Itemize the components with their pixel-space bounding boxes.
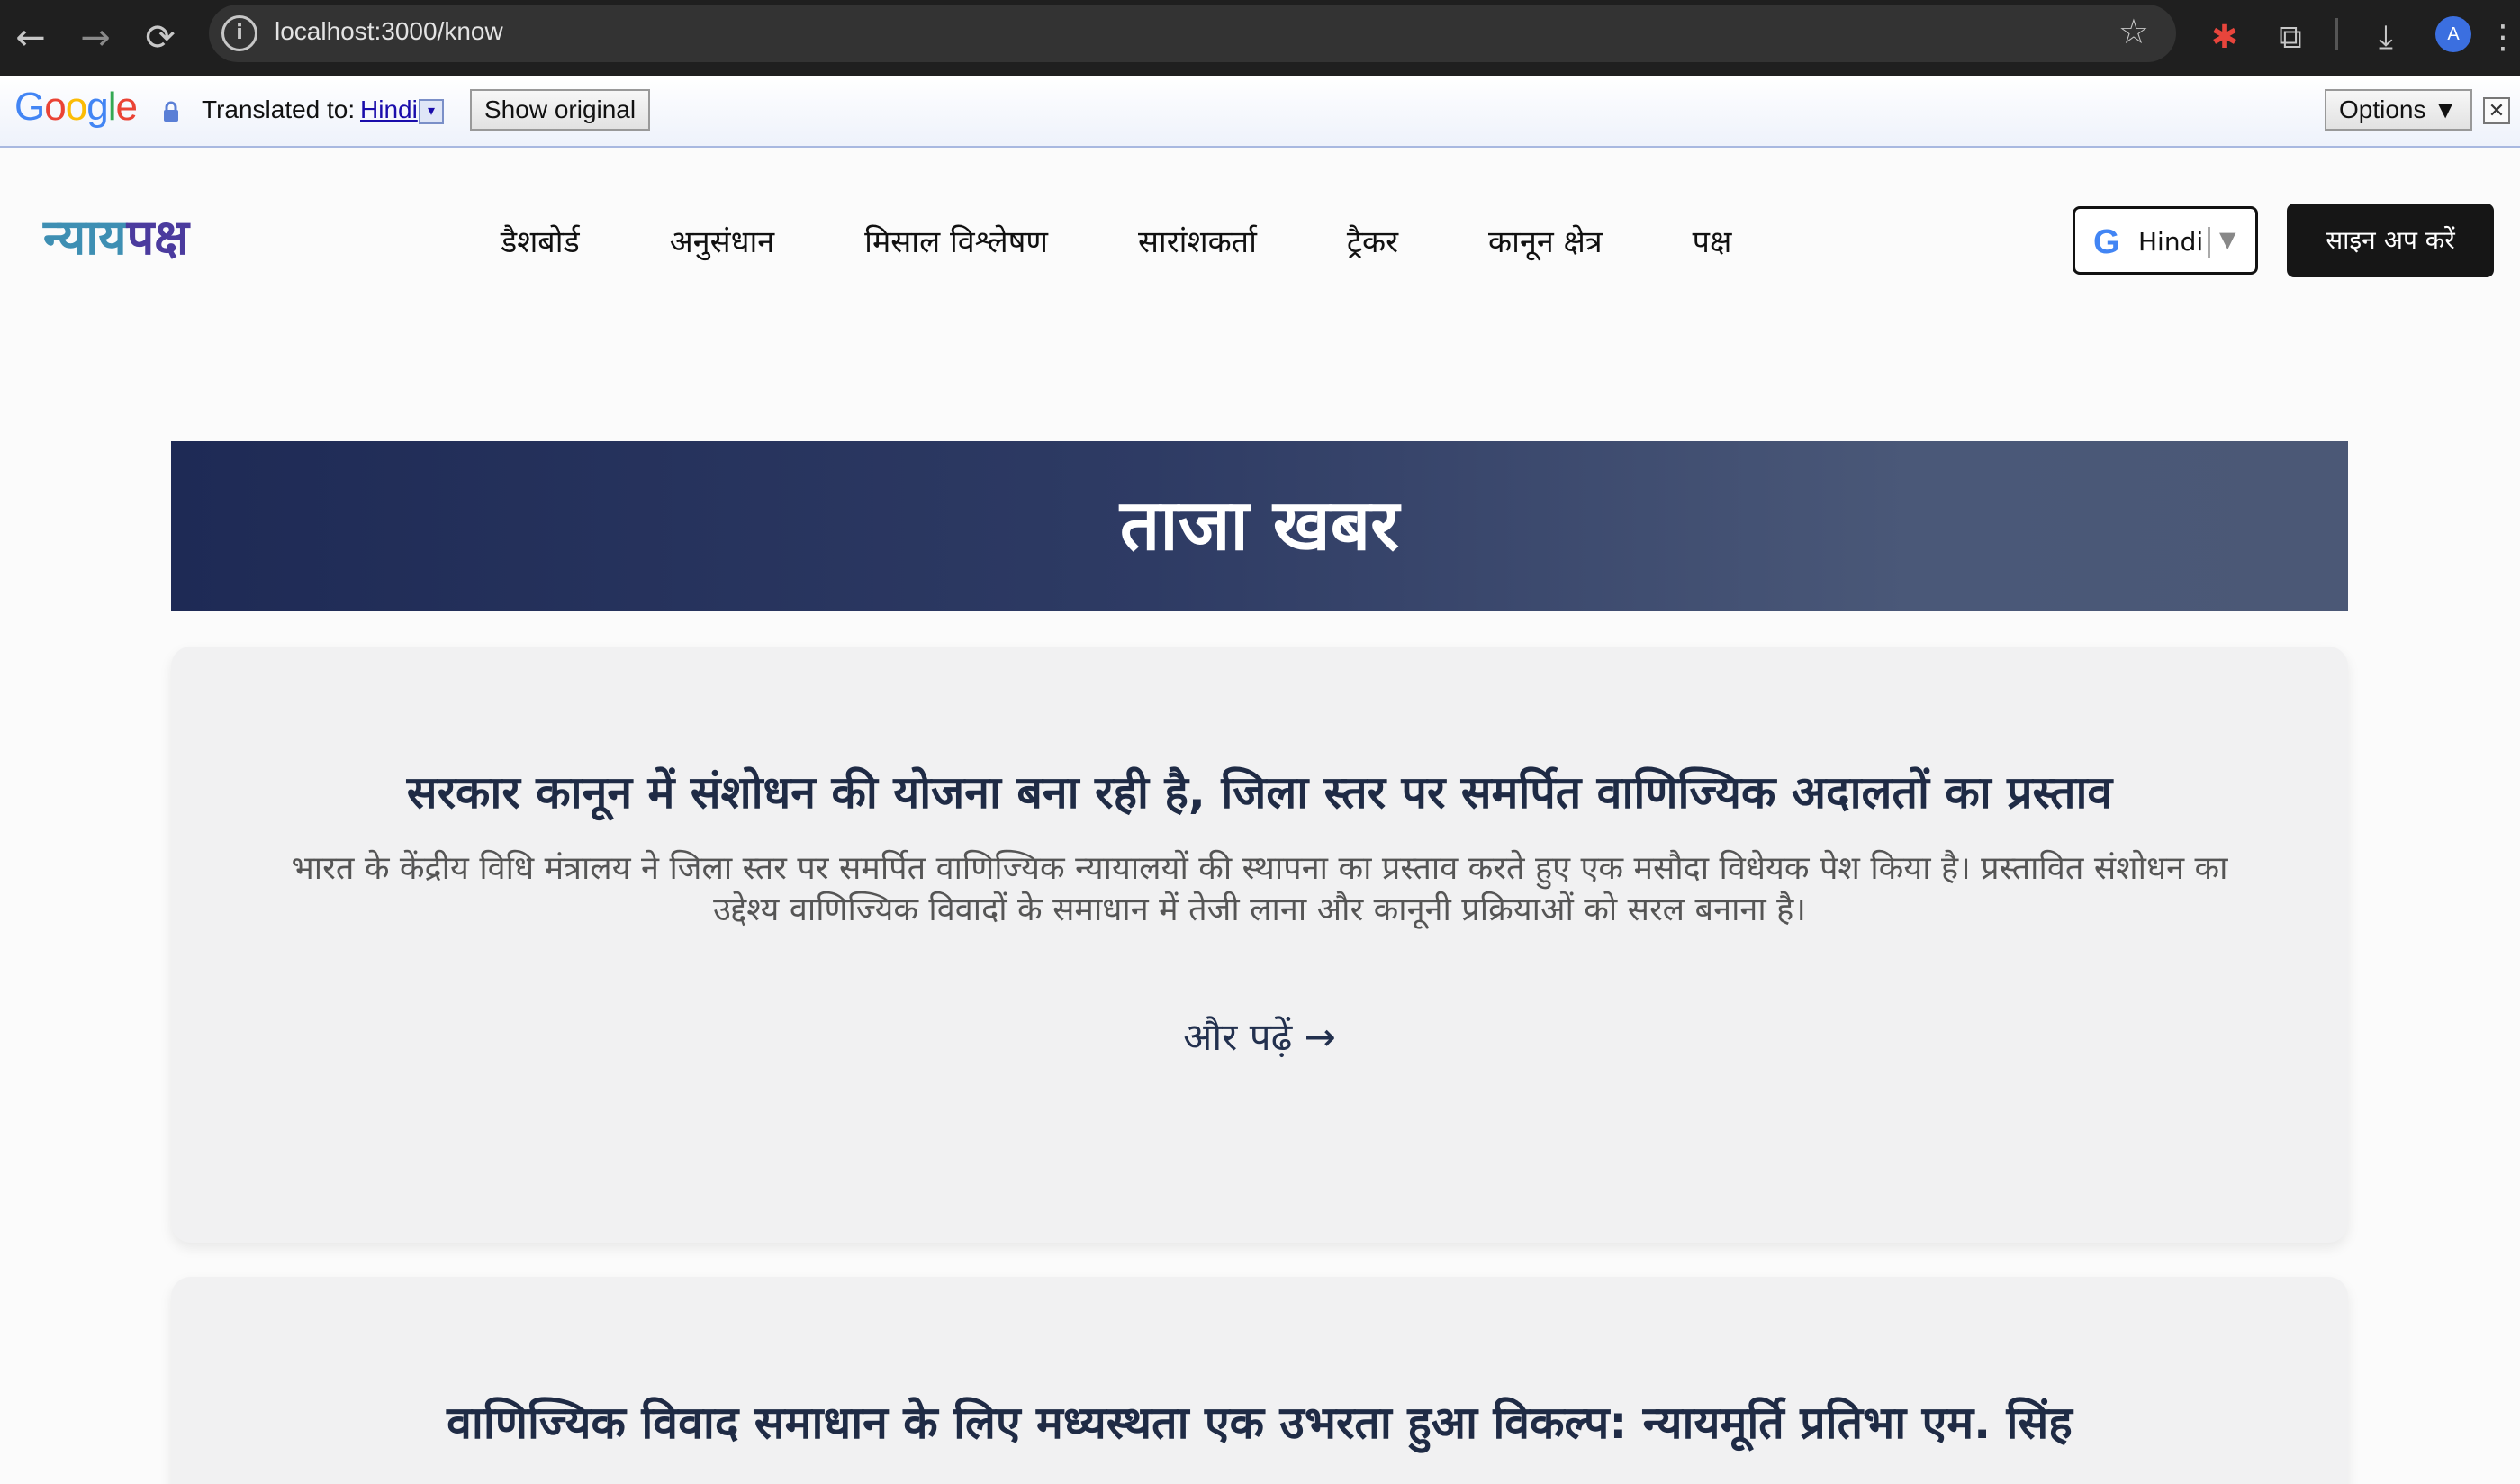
forward-icon[interactable]: → [70, 13, 121, 63]
logo-letter: o [44, 85, 67, 129]
signup-button[interactable]: साइन अप करें [2287, 204, 2494, 277]
translate-close-icon[interactable]: ✕ [2483, 97, 2510, 124]
profile-avatar[interactable]: A [2435, 16, 2471, 52]
latest-news-banner: ताजा खबर [171, 441, 2348, 611]
translate-bar: Google Translated to: Hindi ▾ Show origi… [0, 76, 2520, 148]
news-card: वाणिज्यिक विवाद समाधान के लिए मध्यस्थता … [171, 1277, 2348, 1484]
lock-icon [162, 101, 180, 122]
brand-part-2: पक्ष [126, 209, 189, 266]
extensions-puzzle-icon[interactable]: ⧉ [2265, 13, 2316, 63]
news-title[interactable]: सरकार कानून में संशोधन की योजना बना रही … [171, 760, 2348, 821]
main-nav: डैशबोर्ड अनुसंधान मिसाल विश्लेषण सारांशक… [501, 220, 1821, 261]
brand-logo[interactable]: न्यायपक्ष [43, 202, 189, 268]
extension-icon[interactable]: ✱ [2199, 13, 2250, 63]
show-original-button[interactable]: Show original [470, 89, 651, 131]
translated-to-label: Translated to: [202, 95, 356, 123]
read-more-link[interactable]: और पढ़ें → [171, 1010, 2348, 1062]
nav-party[interactable]: पक्ष [1693, 220, 1732, 261]
logo-letter: G [14, 85, 45, 129]
translate-language-link[interactable]: Hindi [360, 95, 418, 124]
banner-title: ताजा खबर [1119, 485, 1400, 566]
nav-law-areas[interactable]: कानून क्षेत्र [1488, 220, 1603, 261]
site-header: न्यायपक्ष डैशबोर्ड अनुसंधान मिसाल विश्ले… [0, 149, 2520, 330]
nav-research[interactable]: अनुसंधान [670, 220, 774, 261]
translate-language-dropdown-icon[interactable]: ▾ [419, 99, 444, 124]
news-card: सरकार कानून में संशोधन की योजना बना रही … [171, 647, 2348, 1243]
logo-letter: e [115, 85, 138, 129]
language-select-divider [2208, 227, 2210, 258]
browser-menu-icon[interactable]: ⋮ [2487, 13, 2519, 63]
language-select[interactable]: G Hindi ▼ [2073, 206, 2258, 275]
address-bar[interactable]: i localhost:3000/know ☆ [209, 5, 2176, 62]
logo-letter: o [65, 85, 88, 129]
nav-dashboard[interactable]: डैशबोर्ड [501, 220, 580, 261]
address-url[interactable]: localhost:3000/know [275, 17, 503, 46]
google-logo: Google [14, 85, 138, 130]
back-icon[interactable]: ← [5, 13, 56, 63]
browser-toolbar: ← → ⟳ i localhost:3000/know ☆ ✱ ⧉ ⤓ A ⋮ [0, 0, 2520, 76]
site-info-icon[interactable]: i [221, 15, 257, 51]
nav-summarizer[interactable]: सारांशकर्ता [1138, 220, 1257, 261]
news-description: भारत के केंद्रीय विधि मंत्रालय ने जिला स… [291, 850, 2228, 928]
news-title[interactable]: वाणिज्यिक विवाद समाधान के लिए मध्यस्थता … [171, 1390, 2348, 1452]
google-g-icon: G [2093, 223, 2120, 261]
bookmark-star-icon[interactable]: ☆ [2118, 12, 2149, 51]
toolbar-divider [2335, 18, 2338, 50]
nav-precedent-analysis[interactable]: मिसाल विश्लेषण [864, 220, 1048, 261]
nav-tracker[interactable]: ट्रैकर [1347, 220, 1398, 261]
reload-icon[interactable]: ⟳ [135, 13, 185, 63]
download-icon[interactable]: ⤓ [2361, 13, 2411, 63]
language-select-value: Hindi [2138, 227, 2204, 257]
brand-part-1: न्याय [43, 209, 127, 266]
logo-letter: g [86, 85, 109, 129]
translate-options-button[interactable]: Options ▼ [2325, 89, 2472, 131]
chevron-down-icon: ▼ [2219, 227, 2236, 252]
